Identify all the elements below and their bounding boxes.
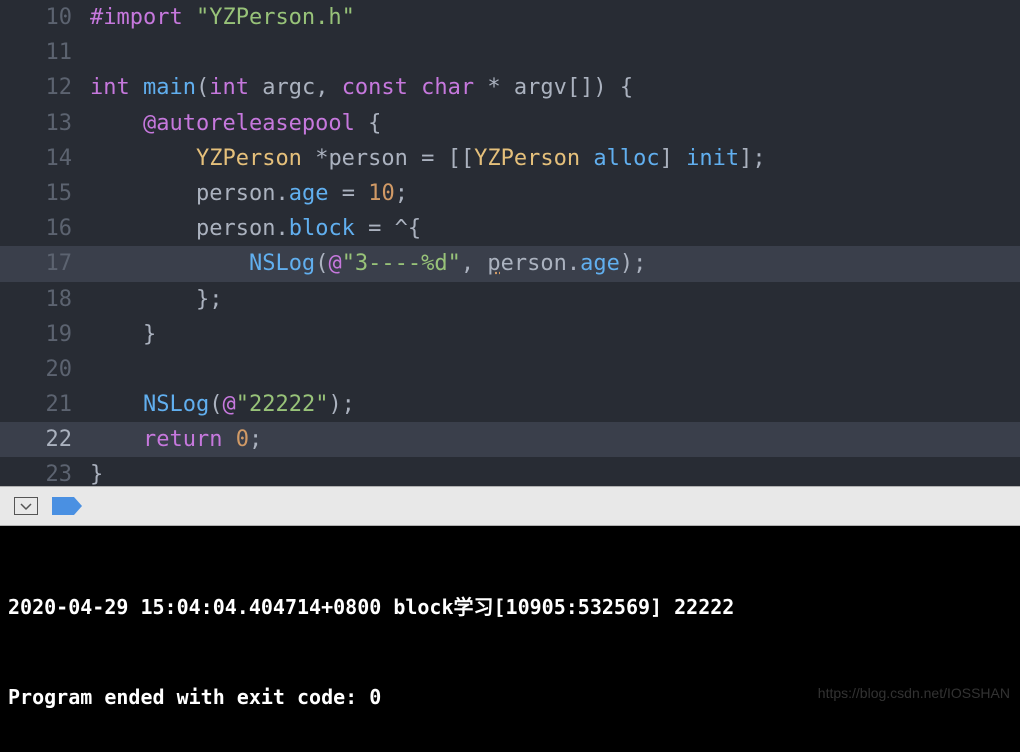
code-content: }: [90, 317, 1020, 352]
line-number: 17: [0, 246, 90, 281]
code-content: #import "YZPerson.h": [90, 0, 1020, 35]
line-number: 14: [0, 141, 90, 176]
line-number: 18: [0, 282, 90, 317]
code-content: int main(int argc, const char * argv[]) …: [90, 70, 1020, 105]
code-content: person.block = ^{: [90, 211, 1020, 246]
code-line[interactable]: 14 YZPerson *person = [[YZPerson alloc] …: [0, 141, 1020, 176]
line-number: 13: [0, 106, 90, 141]
code-content: YZPerson *person = [[YZPerson alloc] ini…: [90, 141, 1020, 176]
code-line[interactable]: 19 }: [0, 317, 1020, 352]
code-line[interactable]: 12int main(int argc, const char * argv[]…: [0, 70, 1020, 105]
code-line[interactable]: 21 NSLog(@"22222");: [0, 387, 1020, 422]
filter-icon[interactable]: [14, 497, 38, 515]
code-line[interactable]: 23}: [0, 457, 1020, 486]
code-line[interactable]: 18 };: [0, 282, 1020, 317]
code-line[interactable]: 16 person.block = ^{: [0, 211, 1020, 246]
console-output: 2020-04-29 15:04:04.404714+0800 block学习[…: [0, 526, 1020, 752]
code-line[interactable]: 20: [0, 352, 1020, 387]
line-number: 21: [0, 387, 90, 422]
code-content: };: [90, 282, 1020, 317]
line-number: 12: [0, 70, 90, 105]
line-number: 22: [0, 422, 90, 457]
code-editor[interactable]: 10#import "YZPerson.h"1112int main(int a…: [0, 0, 1020, 486]
line-number: 20: [0, 352, 90, 387]
line-number: 19: [0, 317, 90, 352]
line-number: 23: [0, 457, 90, 486]
line-number: 15: [0, 176, 90, 211]
code-line[interactable]: 13 @autoreleasepool {: [0, 106, 1020, 141]
console-line: 2020-04-29 15:04:04.404714+0800 block学习[…: [8, 592, 1012, 622]
line-number: 11: [0, 35, 90, 70]
code-content: person.age = 10;: [90, 176, 1020, 211]
line-number: 10: [0, 0, 90, 35]
code-line[interactable]: 15 person.age = 10;: [0, 176, 1020, 211]
code-line[interactable]: 10#import "YZPerson.h": [0, 0, 1020, 35]
line-number: 16: [0, 211, 90, 246]
code-line[interactable]: 17 NSLog(@"3----%d", person.age);: [0, 246, 1020, 281]
breakpoint-icon[interactable]: [52, 497, 82, 515]
code-line[interactable]: 11: [0, 35, 1020, 70]
code-content: NSLog(@"22222");: [90, 387, 1020, 422]
code-content: return 0;: [90, 422, 1020, 457]
code-line[interactable]: 22 return 0;: [0, 422, 1020, 457]
code-content: @autoreleasepool {: [90, 106, 1020, 141]
debug-toolbar: [0, 486, 1020, 526]
code-content: NSLog(@"3----%d", person.age);: [90, 246, 1020, 281]
watermark: https://blog.csdn.net/IOSSHAN: [818, 682, 1010, 704]
code-content: }: [90, 457, 1020, 486]
